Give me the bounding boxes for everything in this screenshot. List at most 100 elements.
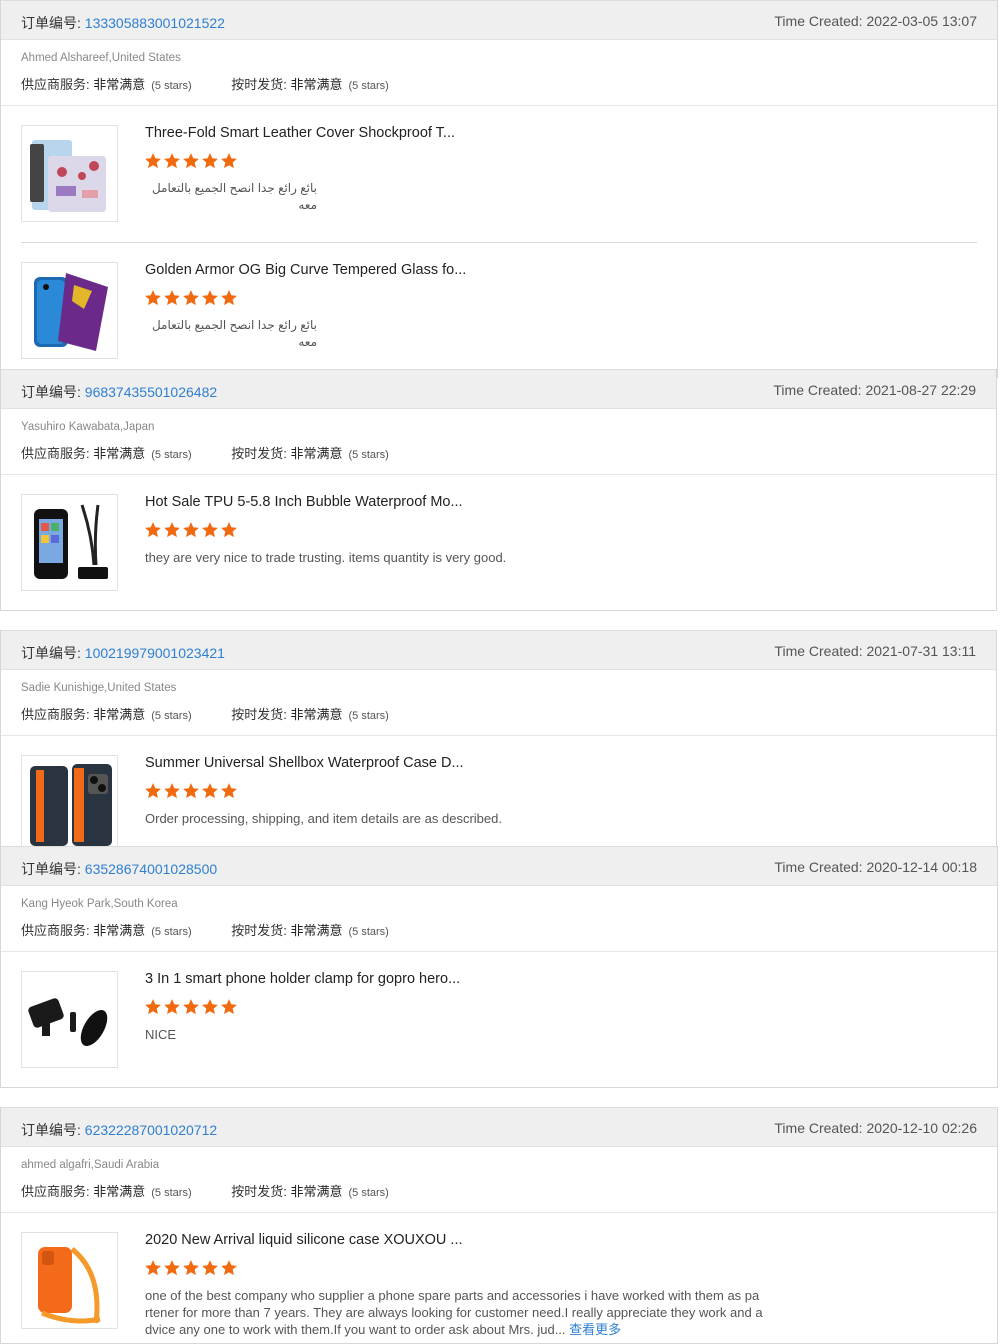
review-text: NICE [145,1027,177,1042]
buyer-info: ahmed algafri,Saudi Arabia 供应商服务: 非常满意 (5… [1,1147,997,1213]
view-more-link[interactable]: 查看更多 [569,1322,621,1337]
on-time-shipping-value: 非常满意 [290,446,343,461]
rating-stars [144,521,239,539]
star-icon [202,522,218,538]
on-time-shipping-value: 非常满意 [290,1184,343,1199]
star-icon [183,999,199,1015]
seller-ratings: 供应商服务: 非常满意 (5 stars) 按时发货: 非常满意 (5 stars) [21,704,425,723]
order-number-label: 订单编号: [21,15,81,31]
product-title[interactable]: 2020 New Arrival liquid silicone case XO… [145,1232,463,1248]
supplier-service-stars: (5 stars) [151,926,192,938]
supplier-service-label: 供应商服务: [21,446,90,461]
review-body: one of the best company who supplier a p… [145,1288,763,1337]
review-text: Order processing, shipping, and item det… [145,811,502,826]
on-time-shipping-label: 按时发货: [231,446,287,461]
star-icon [183,783,199,799]
order-header: 订单编号: 1333058830010215​22 Time Created: … [1,0,997,40]
time-created: Time Created: 2021-08-27 22:29 [773,382,976,398]
order-card: 订单编号: 62322287001020712 Time Created: 20… [0,1107,998,1344]
star-icon [145,999,161,1015]
star-icon [145,783,161,799]
star-icon [183,522,199,538]
star-icon [145,290,161,306]
review-text: بائع رائع جدا انصح الجميع بالتعامل معه [151,181,317,212]
star-icon [164,999,180,1015]
time-created: Time Created: 2020-12-10 02:26 [774,1120,977,1136]
on-time-shipping-stars: (5 stars) [348,80,389,92]
order-number-link[interactable]: 62322287001020712 [85,1122,217,1138]
star-icon [202,783,218,799]
order-header: 订单编号: 100219979001023421 Time Created: 2… [1,630,996,670]
review-item: 3 In 1 smart phone holder clamp for gopr… [1,952,997,1088]
order-header: 订单编号: 968374355010264​82 Time Created: 2… [1,369,996,409]
on-time-shipping-value: 非常满意 [290,77,343,92]
review-text: they are very nice to trade trusting. it… [145,550,507,565]
review-text: بائع رائع جدا انصح الجميع بالتعامل معه [151,318,317,349]
star-icon [202,1260,218,1276]
order-card: 订单编号: 1333058830010215​22 Time Created: … [0,0,998,378]
product-thumbnail[interactable] [21,262,118,359]
product-title[interactable]: Hot Sale TPU 5-5.8 Inch Bubble Waterproo… [145,494,463,510]
order-number-link[interactable]: 63528674001028500 [85,861,217,877]
time-created: Time Created: 2021-07-31 13:11 [774,643,976,659]
star-icon [202,999,218,1015]
star-icon [164,153,180,169]
rating-stars [144,998,239,1016]
review-item: Golden Armor OG Big Curve Tempered Glass… [1,243,997,379]
buyer-info: Ahmed Alshareef,United States 供应商服务: 非常满… [1,40,997,106]
supplier-service-stars: (5 stars) [151,80,192,92]
star-icon [145,153,161,169]
buyer-name: Ahmed Alshareef,United States [21,52,181,64]
product-title[interactable]: Golden Armor OG Big Curve Tempered Glass… [145,262,466,278]
star-icon [202,153,218,169]
review-item: Hot Sale TPU 5-5.8 Inch Bubble Waterproo… [1,475,996,611]
product-thumbnail[interactable] [21,755,118,852]
order-number-link[interactable]: 1333058830010215​22 [85,15,225,31]
buyer-info: Yasuhiro Kawabata,Japan 供应商服务: 非常满意 (5 st… [1,409,996,475]
product-title[interactable]: Three-Fold Smart Leather Cover Shockproo… [145,125,455,141]
supplier-service-stars: (5 stars) [151,1187,192,1199]
order-card: 订单编号: 968374355010264​82 Time Created: 2… [0,369,997,611]
star-icon [183,290,199,306]
supplier-service-label: 供应商服务: [21,707,90,722]
product-title[interactable]: 3 In 1 smart phone holder clamp for gopr… [145,971,460,987]
product-thumbnail[interactable] [21,1232,118,1329]
buyer-name: Kang Hyeok Park,South Korea [21,898,178,910]
order-card: 订单编号: 63528674001028500 Time Created: 20… [0,846,998,1088]
product-thumbnail[interactable] [21,125,118,222]
review-item: Three-Fold Smart Leather Cover Shockproo… [1,106,997,242]
on-time-shipping-stars: (5 stars) [348,449,389,461]
review-text: one of the best company who supplier a p… [145,1287,775,1338]
on-time-shipping-label: 按时发货: [231,77,287,92]
supplier-service-value: 非常满意 [93,1184,146,1199]
supplier-service-stars: (5 stars) [151,710,192,722]
star-icon [183,153,199,169]
order-number-link[interactable]: 968374355010264​82 [85,384,217,400]
order-number-link[interactable]: 100219979001023421 [85,645,225,661]
product-thumbnail[interactable] [21,494,118,591]
star-icon [221,522,237,538]
star-icon [221,999,237,1015]
product-thumbnail[interactable] [21,971,118,1068]
supplier-service-value: 非常满意 [93,77,146,92]
order-number-label: 订单编号: [21,1122,81,1138]
order-header: 订单编号: 62322287001020712 Time Created: 20… [1,1107,997,1147]
supplier-service-value: 非常满意 [93,707,146,722]
on-time-shipping-value: 非常满意 [290,923,343,938]
on-time-shipping-label: 按时发货: [231,923,287,938]
supplier-service-value: 非常满意 [93,923,146,938]
star-icon [221,290,237,306]
on-time-shipping-stars: (5 stars) [348,1187,389,1199]
buyer-info: Sadie Kunishige,United States 供应商服务: 非常满… [1,670,996,736]
order-number-label: 订单编号: [21,384,81,400]
rating-stars [144,782,239,800]
star-icon [221,153,237,169]
star-icon [164,290,180,306]
on-time-shipping-stars: (5 stars) [348,926,389,938]
buyer-name: ahmed algafri,Saudi Arabia [21,1159,160,1171]
order-card: 订单编号: 100219979001023421 Time Created: 2… [0,630,997,857]
on-time-shipping-stars: (5 stars) [348,710,389,722]
star-icon [183,1260,199,1276]
product-title[interactable]: Summer Universal Shellbox Waterproof Cas… [145,755,464,771]
review-item: 2020 New Arrival liquid silicone case XO… [1,1213,997,1344]
